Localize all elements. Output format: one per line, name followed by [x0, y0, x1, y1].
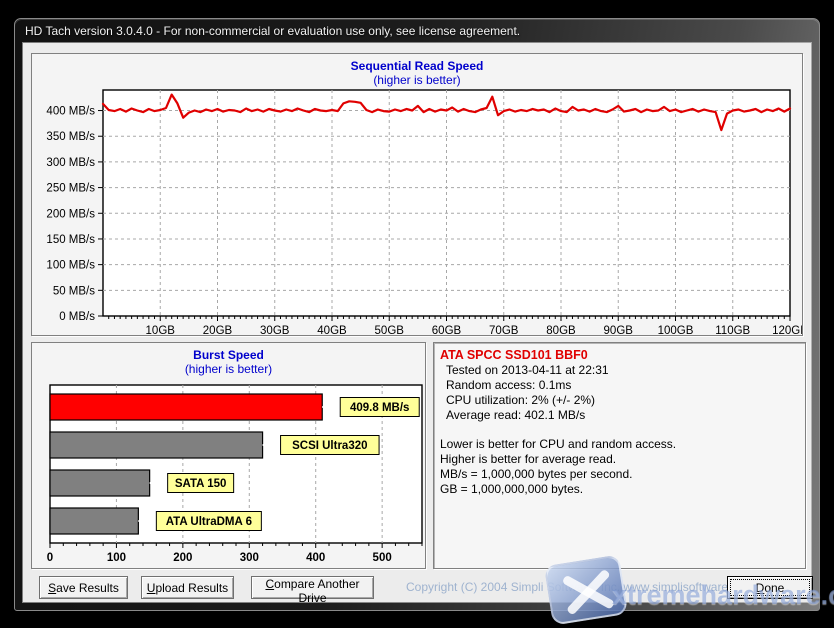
done-button[interactable]: Done — [727, 576, 813, 599]
svg-text:200 MB/s: 200 MB/s — [46, 208, 95, 220]
note-line-1: Lower is better for CPU and random acces… — [440, 437, 799, 452]
spacer — [440, 423, 799, 437]
svg-text:150 MB/s: 150 MB/s — [46, 234, 95, 246]
save-results-label: Save Results — [40, 581, 127, 595]
svg-text:20GB: 20GB — [203, 325, 233, 335]
note-line-2: Higher is better for average read. — [440, 452, 799, 467]
save-results-button[interactable]: Save Results — [39, 576, 128, 599]
svg-text:80GB: 80GB — [546, 325, 576, 335]
svg-text:SCSI Ultra320: SCSI Ultra320 — [292, 440, 367, 452]
burst-speed-chart: 0 100 200 300 400 500 409.8 MB/s SCSI Ultra320 S… — [32, 343, 425, 568]
sequential-read-panel: Sequential Read Speed (higher is better)… — [31, 53, 803, 336]
svg-text:SATA 150: SATA 150 — [175, 478, 227, 490]
svg-text:60GB: 60GB — [432, 325, 462, 335]
random-access-line: Random access: 0.1ms — [440, 378, 799, 393]
svg-text:200: 200 — [173, 552, 192, 564]
drive-info-panel: ATA SPCC SSD101 BBF0 Tested on 2013-04-1… — [433, 342, 806, 569]
average-read-line: Average read: 402.1 MB/s — [440, 408, 799, 423]
note-line-4: GB = 1,000,000,000 bytes. — [440, 482, 799, 497]
upload-results-button[interactable]: Upload Results — [141, 576, 234, 599]
svg-text:300: 300 — [240, 552, 259, 564]
svg-text:100: 100 — [107, 552, 126, 564]
svg-text:0: 0 — [47, 552, 53, 564]
compare-another-drive-button[interactable]: Compare Another Drive — [251, 576, 374, 599]
window-title: HD Tach version 3.0.4.0 - For non-commer… — [25, 24, 520, 38]
desktop-background: HD Tach version 3.0.4.0 - For non-commer… — [0, 0, 834, 628]
client-area: Sequential Read Speed (higher is better)… — [23, 43, 811, 602]
svg-text:400 MB/s: 400 MB/s — [46, 106, 95, 118]
sequential-read-chart: 0 MB/s 50 MB/s 100 MB/s 150 MB/s 200 MB/s 250… — [32, 54, 802, 335]
tested-on-line: Tested on 2013-04-11 at 22:31 — [440, 363, 799, 378]
svg-text:40GB: 40GB — [317, 325, 347, 335]
svg-text:70GB: 70GB — [489, 325, 519, 335]
svg-text:110GB: 110GB — [715, 325, 750, 335]
svg-text:100 MB/s: 100 MB/s — [46, 260, 95, 272]
hdtach-window: HD Tach version 3.0.4.0 - For non-commer… — [14, 18, 820, 611]
svg-text:50 MB/s: 50 MB/s — [53, 285, 95, 297]
svg-text:100GB: 100GB — [658, 325, 694, 335]
svg-text:10GB: 10GB — [146, 325, 176, 335]
note-line-3: MB/s = 1,000,000 bytes per second. — [440, 467, 799, 482]
svg-text:30GB: 30GB — [260, 325, 290, 335]
svg-text:120GB: 120GB — [772, 325, 802, 335]
svg-text:409.8 MB/s: 409.8 MB/s — [350, 402, 409, 414]
svg-text:90GB: 90GB — [604, 325, 634, 335]
svg-text:0 MB/s: 0 MB/s — [59, 311, 95, 323]
svg-text:300 MB/s: 300 MB/s — [46, 157, 95, 169]
svg-text:500: 500 — [373, 552, 392, 564]
svg-text:250 MB/s: 250 MB/s — [46, 183, 95, 195]
compare-another-drive-label: Compare Another Drive — [252, 577, 373, 605]
burst-speed-panel: Burst Speed (higher is better) 010020030… — [31, 342, 426, 569]
svg-text:50GB: 50GB — [375, 325, 405, 335]
svg-text:ATA UltraDMA 6: ATA UltraDMA 6 — [166, 516, 252, 528]
svg-text:400: 400 — [306, 552, 325, 564]
drive-name: ATA SPCC SSD101 BBF0 — [440, 347, 799, 363]
svg-text:350 MB/s: 350 MB/s — [46, 131, 95, 143]
copyright-text: Copyright (C) 2004 Simpli Software, Inc.… — [406, 580, 726, 594]
upload-results-label: Upload Results — [142, 581, 233, 595]
cpu-utilization-line: CPU utilization: 2% (+/- 2%) — [440, 393, 799, 408]
done-label: Done — [728, 581, 812, 595]
title-bar[interactable]: HD Tach version 3.0.4.0 - For non-commer… — [15, 19, 819, 43]
